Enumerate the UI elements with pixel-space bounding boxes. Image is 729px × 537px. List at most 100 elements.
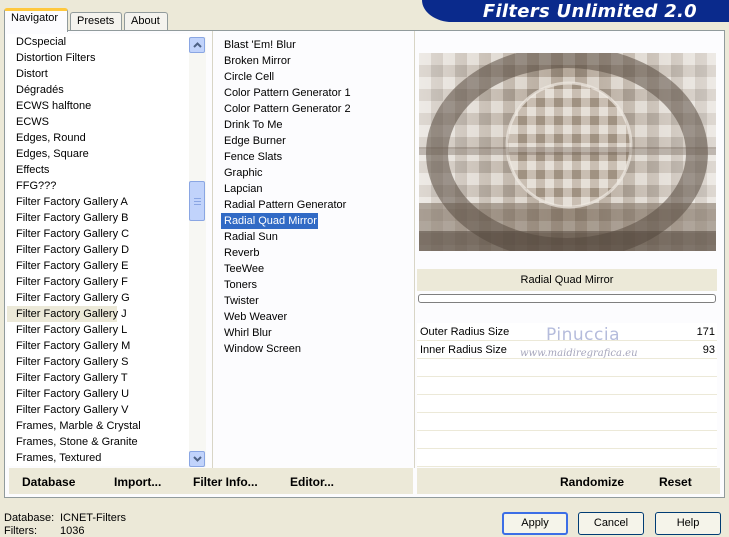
category-item[interactable]: Distort <box>7 66 191 82</box>
filter-item[interactable]: Window Screen <box>221 341 413 357</box>
splitter[interactable] <box>212 31 213 468</box>
status-database-value: ICNET-Filters <box>60 512 126 524</box>
category-item[interactable]: Filter Factory Gallery T <box>7 370 191 386</box>
tab-label: Navigator <box>11 12 59 24</box>
splitter[interactable] <box>414 31 415 468</box>
tab-about[interactable]: About <box>124 12 168 32</box>
app-title: Filters Unlimited 2.0 <box>482 1 697 22</box>
param-empty-row <box>417 377 717 395</box>
category-item[interactable]: ECWS <box>7 114 191 130</box>
filter-item[interactable]: Radial Quad Mirror <box>221 213 318 229</box>
filter-item[interactable]: TeeWee <box>221 261 413 277</box>
import-button[interactable]: Import... <box>114 475 161 489</box>
category-item[interactable]: Filter Factory Gallery U <box>7 386 191 402</box>
grip-line <box>194 201 201 202</box>
scroll-down-button[interactable] <box>189 451 205 467</box>
apply-button[interactable]: Apply <box>502 512 568 535</box>
filter-item[interactable]: Reverb <box>221 245 413 261</box>
category-item[interactable]: Frames, Marble & Crystal <box>7 418 191 434</box>
param-empty-row <box>417 431 717 449</box>
filter-item[interactable]: Edge Burner <box>221 133 413 149</box>
chevron-up-icon <box>193 42 202 48</box>
filter-item[interactable]: Twister <box>221 293 413 309</box>
right-button-bar: Randomize Reset <box>417 468 720 494</box>
tab-navigator[interactable]: Navigator <box>4 8 68 32</box>
category-item[interactable]: Edges, Square <box>7 146 191 162</box>
param-value: 93 <box>702 344 715 356</box>
filter-item[interactable]: Fence Slats <box>221 149 413 165</box>
chevron-down-icon <box>193 456 202 462</box>
category-item[interactable]: Filter Factory Gallery A <box>7 194 191 210</box>
randomize-button[interactable]: Randomize <box>560 475 624 489</box>
filter-item[interactable]: Blast 'Em! Blur <box>221 37 413 53</box>
param-empty-row <box>417 395 717 413</box>
help-button[interactable]: Help <box>655 512 721 535</box>
tab-label: About <box>131 15 160 27</box>
param-value: 171 <box>696 326 715 338</box>
filter-list[interactable]: Blast 'Em! Blur Broken Mirror Circle Cell C… <box>221 37 413 467</box>
category-item[interactable]: Edges, Round <box>7 130 191 146</box>
category-list[interactable]: DCspecial Distortion Filters Distort Dégrad… <box>7 34 191 466</box>
category-item[interactable]: Filter Factory Gallery L <box>7 322 191 338</box>
category-item[interactable]: Filter Factory Gallery S <box>7 354 191 370</box>
progress-bar <box>418 294 716 303</box>
param-empty-row <box>417 449 717 467</box>
filter-item[interactable]: Radial Pattern Generator <box>221 197 413 213</box>
grip-line <box>194 204 201 205</box>
param-label: Inner Radius Size <box>420 344 507 356</box>
left-button-bar: Database Import... Filter Info... Editor… <box>9 468 413 494</box>
editor-button[interactable]: Editor... <box>290 475 334 489</box>
category-item[interactable]: Distortion Filters <box>7 50 191 66</box>
filter-item[interactable]: Drink To Me <box>221 117 413 133</box>
category-item[interactable]: Filter Factory Gallery V <box>7 402 191 418</box>
filter-item[interactable]: Lapcian <box>221 181 413 197</box>
category-item[interactable]: Filter Factory Gallery F <box>7 274 191 290</box>
status-filters-value: 1036 <box>60 525 85 537</box>
scroll-up-button[interactable] <box>189 37 205 53</box>
category-item[interactable]: ECWS halftone <box>7 98 191 114</box>
category-item[interactable]: Filter Factory Gallery D <box>7 242 191 258</box>
scroll-thumb[interactable] <box>189 181 205 221</box>
category-item[interactable]: Filter Factory Gallery C <box>7 226 191 242</box>
param-empty-row <box>417 413 717 431</box>
filter-info-button[interactable]: Filter Info... <box>193 475 258 489</box>
tab-label: Presets <box>77 15 115 27</box>
filter-item[interactable]: Circle Cell <box>221 69 413 85</box>
grip-line <box>194 198 201 199</box>
filter-item[interactable]: Graphic <box>221 165 413 181</box>
status-filters-label: Filters: <box>4 525 37 537</box>
status-database-label: Database: <box>4 512 55 524</box>
filter-item[interactable]: Color Pattern Generator 1 <box>221 85 413 101</box>
category-item[interactable]: Frames, Stone & Granite <box>7 434 191 450</box>
header-banner: Filters Unlimited 2.0 <box>422 0 729 22</box>
filter-preview <box>419 53 716 251</box>
filter-item[interactable]: Radial Sun <box>221 229 413 245</box>
watermark-url: www.maidiregrafica.eu <box>520 348 638 359</box>
category-item[interactable]: Filter Factory Gallery E <box>7 258 191 274</box>
category-item[interactable]: Dégradés <box>7 82 191 98</box>
filter-item[interactable]: Broken Mirror <box>221 53 413 69</box>
category-item[interactable]: Filter Factory Gallery B <box>7 210 191 226</box>
current-filter-name: Radial Quad Mirror <box>417 269 717 291</box>
filter-item[interactable]: Web Weaver <box>221 309 413 325</box>
navigator-panel: DCspecial Distortion Filters Distort Dégrad… <box>4 30 725 498</box>
category-item[interactable]: FFG??? <box>7 178 191 194</box>
category-item[interactable]: Filter Factory Gallery M <box>7 338 191 354</box>
cancel-button[interactable]: Cancel <box>578 512 644 535</box>
category-item[interactable]: Effects <box>7 162 191 178</box>
filter-item[interactable]: Whirl Blur <box>221 325 413 341</box>
status-info: Database: ICNET-Filters Filters: 1036 <box>4 512 126 537</box>
preview-image <box>419 53 716 251</box>
category-scrollbar[interactable] <box>189 37 206 467</box>
filter-item[interactable]: Toners <box>221 277 413 293</box>
reset-button[interactable]: Reset <box>659 475 692 489</box>
watermark-name: Pinuccia <box>546 325 620 345</box>
database-button[interactable]: Database <box>22 475 75 489</box>
category-item[interactable]: Filter Factory Gallery G <box>7 290 191 306</box>
filter-item[interactable]: Color Pattern Generator 2 <box>221 101 413 117</box>
category-item[interactable]: Frames, Textured <box>7 450 191 466</box>
tab-presets[interactable]: Presets <box>70 12 122 32</box>
param-label: Outer Radius Size <box>420 326 510 338</box>
category-item[interactable]: Filter Factory Gallery J <box>7 306 127 322</box>
category-item[interactable]: DCspecial <box>7 34 191 50</box>
